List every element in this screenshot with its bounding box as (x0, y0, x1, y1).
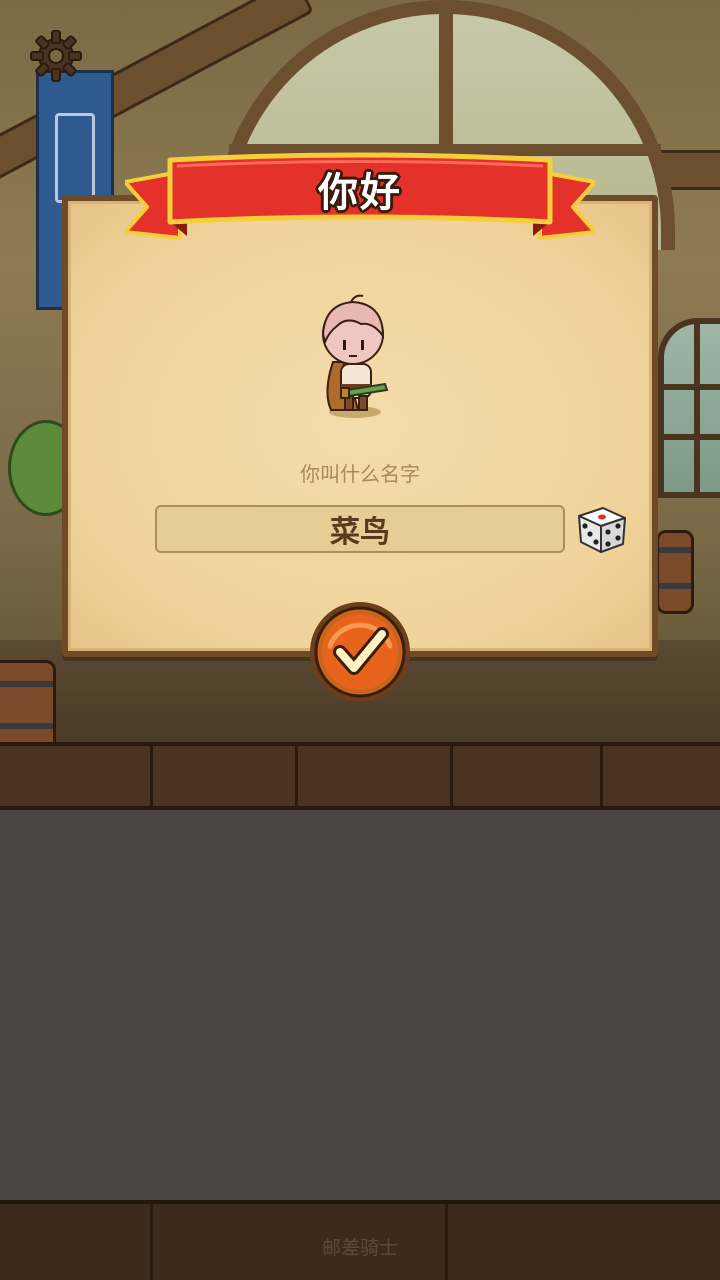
name-dialog (62, 195, 658, 657)
name-prompt: 你叫什么名字 (300, 462, 420, 486)
barrel (656, 530, 694, 614)
dialog-title: 你好 (318, 170, 402, 216)
wooden-plank-divider (0, 742, 720, 810)
game-title-footer: 邮差骑士 (321, 1237, 398, 1259)
content-board (0, 810, 720, 1200)
parchment-background (68, 201, 652, 651)
random-name-button[interactable] (573, 500, 629, 556)
barrel (0, 660, 56, 745)
checkmark-icon (310, 602, 410, 702)
settings-button[interactable] (28, 28, 84, 84)
confirm-button[interactable] (308, 600, 412, 704)
name-input[interactable] (155, 505, 565, 553)
character-avatar (321, 294, 389, 418)
gear-icon (30, 30, 82, 82)
dice-icon (578, 507, 626, 553)
